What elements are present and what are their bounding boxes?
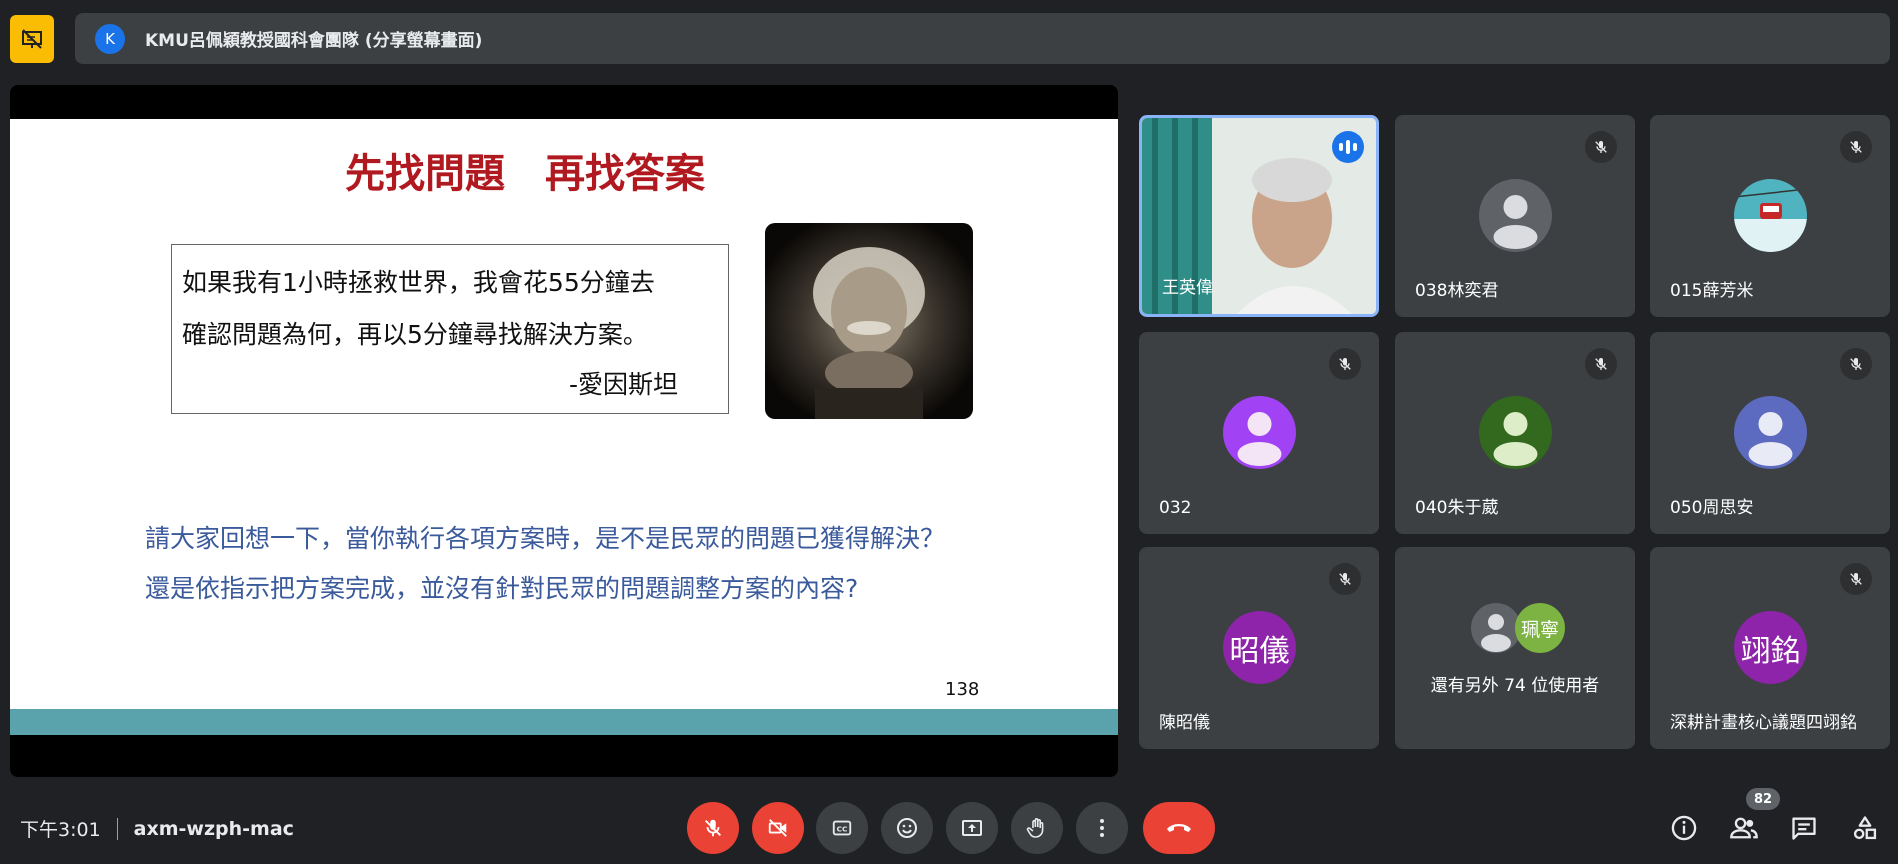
avatar (1734, 396, 1807, 469)
camera-toggle-button[interactable] (752, 802, 804, 854)
info-icon (1671, 815, 1697, 841)
presenter-bar: K KMU呂佩穎教授國科會團隊 (分享螢幕畫面) (75, 13, 1890, 64)
svg-text:CC: CC (837, 825, 848, 834)
presenter-label: KMU呂佩穎教授國科會團隊 (分享螢幕畫面) (145, 31, 483, 51)
meeting-details-button[interactable] (1664, 808, 1704, 848)
activities-button[interactable] (1845, 808, 1885, 848)
participant-tile[interactable]: 昭儀 陳昭儀 (1139, 547, 1379, 749)
meeting-info: 下午3:01 axm-wzph-mac (20, 815, 294, 842)
others-tile[interactable]: 珮寧 還有另外 74 位使用者 (1395, 547, 1635, 749)
present-to-all-icon (962, 820, 982, 836)
presentation-indicator-icon[interactable] (10, 15, 54, 63)
captions-button[interactable]: CC (816, 802, 868, 854)
avatar-initials: 翊銘 (1734, 611, 1807, 684)
slide-question-line: 還是依指示把方案完成，並沒有針對民眾的問題調整方案的內容? (145, 574, 859, 603)
hand-icon (1026, 818, 1044, 838)
others-count-label: 還有另外 74 位使用者 (1430, 676, 1600, 696)
participant-tile[interactable]: 032 (1139, 332, 1379, 534)
mic-off-icon (1329, 348, 1361, 380)
chat-button[interactable] (1784, 808, 1824, 848)
emoji-icon (897, 818, 917, 838)
participant-name: 王英偉 (1162, 278, 1213, 298)
present-to-all-off-icon (22, 29, 42, 49)
people-button[interactable] (1724, 808, 1764, 848)
participant-name: 032 (1159, 498, 1192, 518)
slide-question-line: 請大家回想一下，當你執行各項方案時，是不是民眾的問題已獲得解決？ (145, 524, 946, 553)
speaking-indicator-icon (1332, 131, 1364, 163)
microphone-toggle-button[interactable] (687, 802, 739, 854)
slide-footer-bar (10, 709, 1118, 735)
raise-hand-button[interactable] (1011, 802, 1063, 854)
people-count-badge: 82 (1746, 788, 1780, 810)
divider (116, 817, 118, 840)
mic-off-icon (1840, 131, 1872, 163)
participant-tile[interactable]: 050周思安 (1650, 332, 1890, 534)
presenter-avatar: K (95, 23, 125, 54)
mic-off-icon (1585, 348, 1617, 380)
participant-tile[interactable]: 王英偉 (1139, 115, 1379, 317)
others-avatar-stack: 珮寧 (1471, 603, 1571, 653)
more-vert-icon (1100, 819, 1104, 837)
mic-off-icon (1840, 348, 1872, 380)
mic-off-icon (705, 819, 721, 837)
more-options-button[interactable] (1076, 802, 1128, 854)
mic-off-icon (1585, 131, 1617, 163)
present-now-button[interactable] (946, 802, 998, 854)
participant-tile[interactable]: 040朱于葳 (1395, 332, 1635, 534)
participant-name: 深耕計畫核心議題四翊銘 (1670, 713, 1857, 733)
participant-tile[interactable]: 翊銘 深耕計畫核心議題四翊銘 (1650, 547, 1890, 749)
quote-line: 如果我有1小時拯救世界，我會花55分鐘去 (182, 268, 655, 297)
participant-name: 038林奕君 (1415, 281, 1499, 301)
avatar (1479, 396, 1552, 469)
avatar-initials: 珮寧 (1515, 603, 1565, 653)
slide: 先找問題 再找答案 如果我有1小時拯救世界，我會花55分鐘去 確認問題為何，再以… (10, 119, 1118, 735)
chat-icon (1792, 817, 1816, 840)
clock: 下午3:01 (20, 819, 101, 841)
einstein-portrait-image (765, 223, 973, 419)
participant-tile[interactable]: 038林奕君 (1395, 115, 1635, 317)
avatar-initials: 昭儀 (1223, 611, 1296, 684)
slide-title: 先找問題 再找答案 (345, 151, 705, 197)
videocam-off-icon (768, 819, 787, 837)
participant-name: 040朱于葳 (1415, 498, 1499, 518)
mic-off-icon (1329, 563, 1361, 595)
avatar (1471, 603, 1521, 653)
people-icon (1730, 817, 1758, 839)
avatar (1479, 179, 1552, 252)
meeting-code: axm-wzph-mac (133, 817, 294, 840)
participant-name: 陳昭儀 (1159, 713, 1210, 733)
leave-call-button[interactable] (1143, 802, 1215, 854)
participant-tile[interactable]: 015薛芳米 (1650, 115, 1890, 317)
reactions-button[interactable] (881, 802, 933, 854)
avatar (1223, 396, 1296, 469)
quote-line: 確認問題為何，再以5分鐘尋找解決方案。 (182, 320, 648, 349)
participant-name: 015薛芳米 (1670, 281, 1754, 301)
shared-screen: 先找問題 再找答案 如果我有1小時拯救世界，我會花55分鐘去 確認問題為何，再以… (10, 85, 1118, 777)
avatar (1734, 179, 1807, 252)
quote-author: -愛因斯坦 (568, 370, 678, 399)
mic-off-icon (1840, 563, 1872, 595)
closed-captions-icon: CC (832, 820, 852, 836)
call-end-icon (1167, 824, 1191, 832)
quote-box: 如果我有1小時拯救世界，我會花55分鐘去 確認問題為何，再以5分鐘尋找解決方案。… (171, 244, 729, 414)
participant-name: 050周思安 (1670, 498, 1754, 518)
shapes-icon (1853, 816, 1877, 840)
slide-page-number: 138 (945, 679, 980, 700)
